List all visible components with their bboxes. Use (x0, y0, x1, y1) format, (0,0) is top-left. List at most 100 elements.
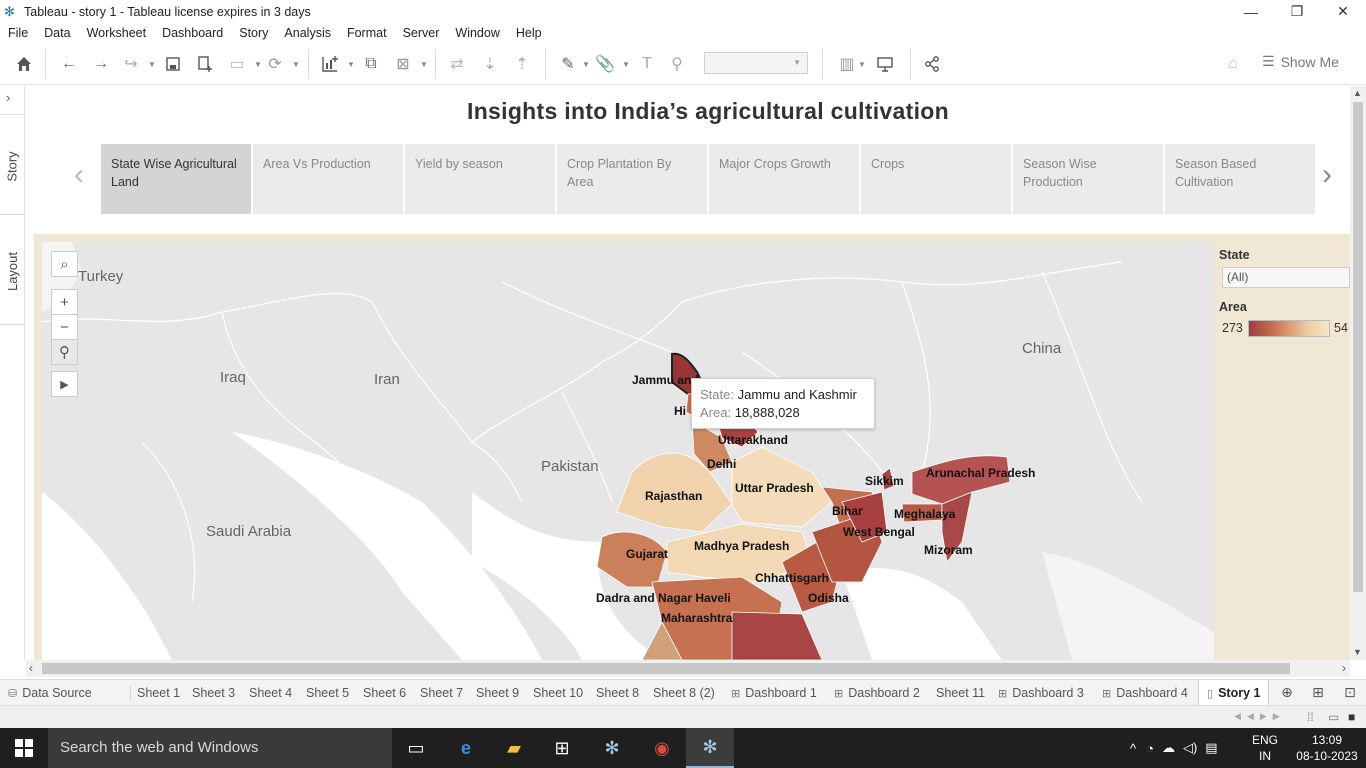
show-hidden-icons-icon[interactable]: ^ (1130, 741, 1136, 756)
tab-data-source[interactable]: ⛁ Data Source (8, 680, 92, 706)
taskbar-clock[interactable]: 13:09 08-10-2023 (1292, 732, 1362, 764)
horizontal-scrollbar[interactable]: ‹ › (26, 660, 1350, 677)
pause-updates-icon[interactable]: ▭ (226, 53, 248, 75)
edge-browser-icon[interactable]: e (442, 728, 490, 768)
show-sheet-sorter-icon[interactable]: ⁞⁞ (1307, 710, 1321, 724)
scroll-right-icon[interactable]: › (1342, 661, 1346, 675)
task-view-icon[interactable]: ▭ (392, 728, 440, 768)
menu-help[interactable]: Help (508, 26, 550, 40)
sort-ascending-icon[interactable]: ⇣ (479, 53, 501, 75)
vertical-scroll-thumb[interactable] (1353, 102, 1363, 592)
menu-worksheet[interactable]: Worksheet (79, 26, 155, 40)
tab-sheet-3[interactable]: Sheet 3 (192, 680, 235, 706)
tab-dashboard-3[interactable]: ⊞ Dashboard 3 (998, 680, 1084, 706)
story-point-area-vs-production[interactable]: Area Vs Production (253, 144, 403, 214)
tab-sheet-8[interactable]: Sheet 8 (596, 680, 639, 706)
home-icon[interactable] (13, 53, 35, 75)
india-area-map[interactable]: Turkey Iraq Iran Saudi Arabia Pakistan C… (42, 242, 1214, 660)
refresh-icon[interactable]: ⟳ (264, 53, 286, 75)
chevron-down-icon[interactable]: ▼ (622, 60, 630, 69)
layout-pane-tab[interactable]: Layout (0, 231, 25, 311)
tab-sheet-9[interactable]: Sheet 9 (476, 680, 519, 706)
scroll-left-icon[interactable]: ‹ (29, 661, 33, 675)
format-workbook-icon[interactable]: ⌂ (1222, 53, 1244, 75)
sort-descending-icon[interactable]: ⇡ (511, 53, 533, 75)
story-point-state-wise[interactable]: State Wise Agricultural Land (101, 144, 251, 214)
swap-rows-columns-icon[interactable]: ⇄ (446, 53, 468, 75)
chevron-right-icon[interactable]: › (6, 90, 10, 105)
map-toolbar-expand-icon[interactable]: ▶ (51, 371, 78, 397)
story-point-yield-by-season[interactable]: Yield by season (405, 144, 555, 214)
show-mark-labels-icon[interactable]: T (636, 53, 658, 75)
tableau-active-taskbar-icon[interactable]: ✻ (686, 728, 734, 768)
fit-dropdown[interactable]: ▼ (704, 52, 808, 74)
volume-icon[interactable]: ◁) (1183, 740, 1197, 756)
zoom-out-icon[interactable]: − (51, 314, 78, 340)
store-icon[interactable]: ⊞ (538, 728, 586, 768)
undo-icon[interactable]: ← (58, 53, 80, 75)
tab-sheet-5[interactable]: Sheet 5 (306, 680, 349, 706)
show-me-button[interactable]: ☰ Show Me (1262, 53, 1339, 70)
file-explorer-icon[interactable]: ▰ (490, 728, 538, 768)
fix-axes-icon[interactable]: ⚲ (666, 53, 688, 75)
windows-start-button[interactable] (0, 728, 48, 768)
menu-window[interactable]: Window (447, 26, 507, 40)
show-tabs-icon[interactable]: ■ (1348, 710, 1362, 724)
next-story-point-icon[interactable]: › (1322, 160, 1332, 190)
chevron-down-icon[interactable]: ▼ (858, 60, 866, 69)
restore-button[interactable]: ❐ (1274, 0, 1320, 23)
minimize-button[interactable]: — (1228, 0, 1274, 23)
story-point-crops[interactable]: Crops (861, 144, 1011, 214)
chevron-down-icon[interactable]: ▼ (254, 60, 262, 69)
duplicate-icon[interactable]: ⧉ (360, 53, 382, 75)
map-search-icon[interactable]: ⌕ (51, 251, 78, 277)
menu-server[interactable]: Server (395, 26, 448, 40)
tab-dashboard-2[interactable]: ⊞ Dashboard 2 (834, 680, 920, 706)
state-filter-dropdown[interactable]: (All) (1222, 267, 1350, 288)
tableau-taskbar-icon[interactable]: ✻ (588, 728, 636, 768)
presentation-mode-icon[interactable] (874, 53, 896, 75)
story-point-crop-plantation[interactable]: Crop Plantation By Area (557, 144, 707, 214)
wifi-icon[interactable]: ◔ (1146, 741, 1154, 756)
story-point-season-cultivation[interactable]: Season Based Cultivation (1165, 144, 1315, 214)
chevron-down-icon[interactable]: ▼ (420, 60, 428, 69)
new-data-source-icon[interactable] (194, 53, 216, 75)
chevron-down-icon[interactable]: ▼ (582, 60, 590, 69)
menu-dashboard[interactable]: Dashboard (154, 26, 231, 40)
new-worksheet-tab-icon[interactable]: ⊕ (1277, 684, 1297, 702)
cloud-icon[interactable]: ☁ (1162, 740, 1175, 756)
close-button[interactable]: ✕ (1320, 0, 1366, 23)
tab-sheet-10[interactable]: Sheet 10 (533, 680, 583, 706)
menu-file[interactable]: File (0, 26, 36, 40)
new-worksheet-icon[interactable] (319, 53, 341, 75)
tab-sheet-8-2[interactable]: Sheet 8 (2) (653, 680, 715, 706)
new-story-tab-icon[interactable]: ⊡ (1340, 684, 1360, 702)
replay-icon[interactable]: ↪ (120, 53, 142, 75)
tab-story-1[interactable]: ▯ Story 1 (1198, 680, 1270, 706)
story-pane-tab[interactable]: Story (0, 126, 25, 206)
input-language[interactable]: ENG IN (1252, 732, 1278, 764)
tab-dashboard-4[interactable]: ⊞ Dashboard 4 (1102, 680, 1188, 706)
vertical-scrollbar[interactable]: ▲ ▼ (1350, 86, 1366, 660)
highlight-icon[interactable]: ✎ (557, 53, 579, 75)
redo-icon[interactable]: → (90, 53, 112, 75)
clear-sheet-icon[interactable]: ⊠ (392, 53, 414, 75)
show-filmstrip-icon[interactable]: ▭ (1328, 710, 1342, 724)
save-icon[interactable] (162, 53, 184, 75)
menu-format[interactable]: Format (339, 26, 395, 40)
chevron-down-icon[interactable]: ▼ (347, 60, 355, 69)
tab-sheet-11[interactable]: Sheet 11 (936, 680, 985, 706)
tab-sheet-7[interactable]: Sheet 7 (420, 680, 463, 706)
tab-sheet-6[interactable]: Sheet 6 (363, 680, 406, 706)
unpin-map-icon[interactable]: ⚲ (51, 339, 78, 365)
story-point-major-crops[interactable]: Major Crops Growth (709, 144, 859, 214)
chevron-down-icon[interactable]: ▼ (292, 60, 300, 69)
action-center-icon[interactable]: ▤ (1205, 740, 1217, 756)
tab-sheet-4[interactable]: Sheet 4 (249, 680, 292, 706)
tab-dashboard-1[interactable]: ⊞ Dashboard 1 (731, 680, 817, 706)
taskbar-search-box[interactable]: Search the web and Windows (48, 728, 392, 768)
menu-analysis[interactable]: Analysis (276, 26, 339, 40)
chevron-down-icon[interactable]: ▼ (148, 60, 156, 69)
story-point-season-production[interactable]: Season Wise Production (1013, 144, 1163, 214)
previous-story-point-icon[interactable]: ‹ (74, 160, 84, 190)
